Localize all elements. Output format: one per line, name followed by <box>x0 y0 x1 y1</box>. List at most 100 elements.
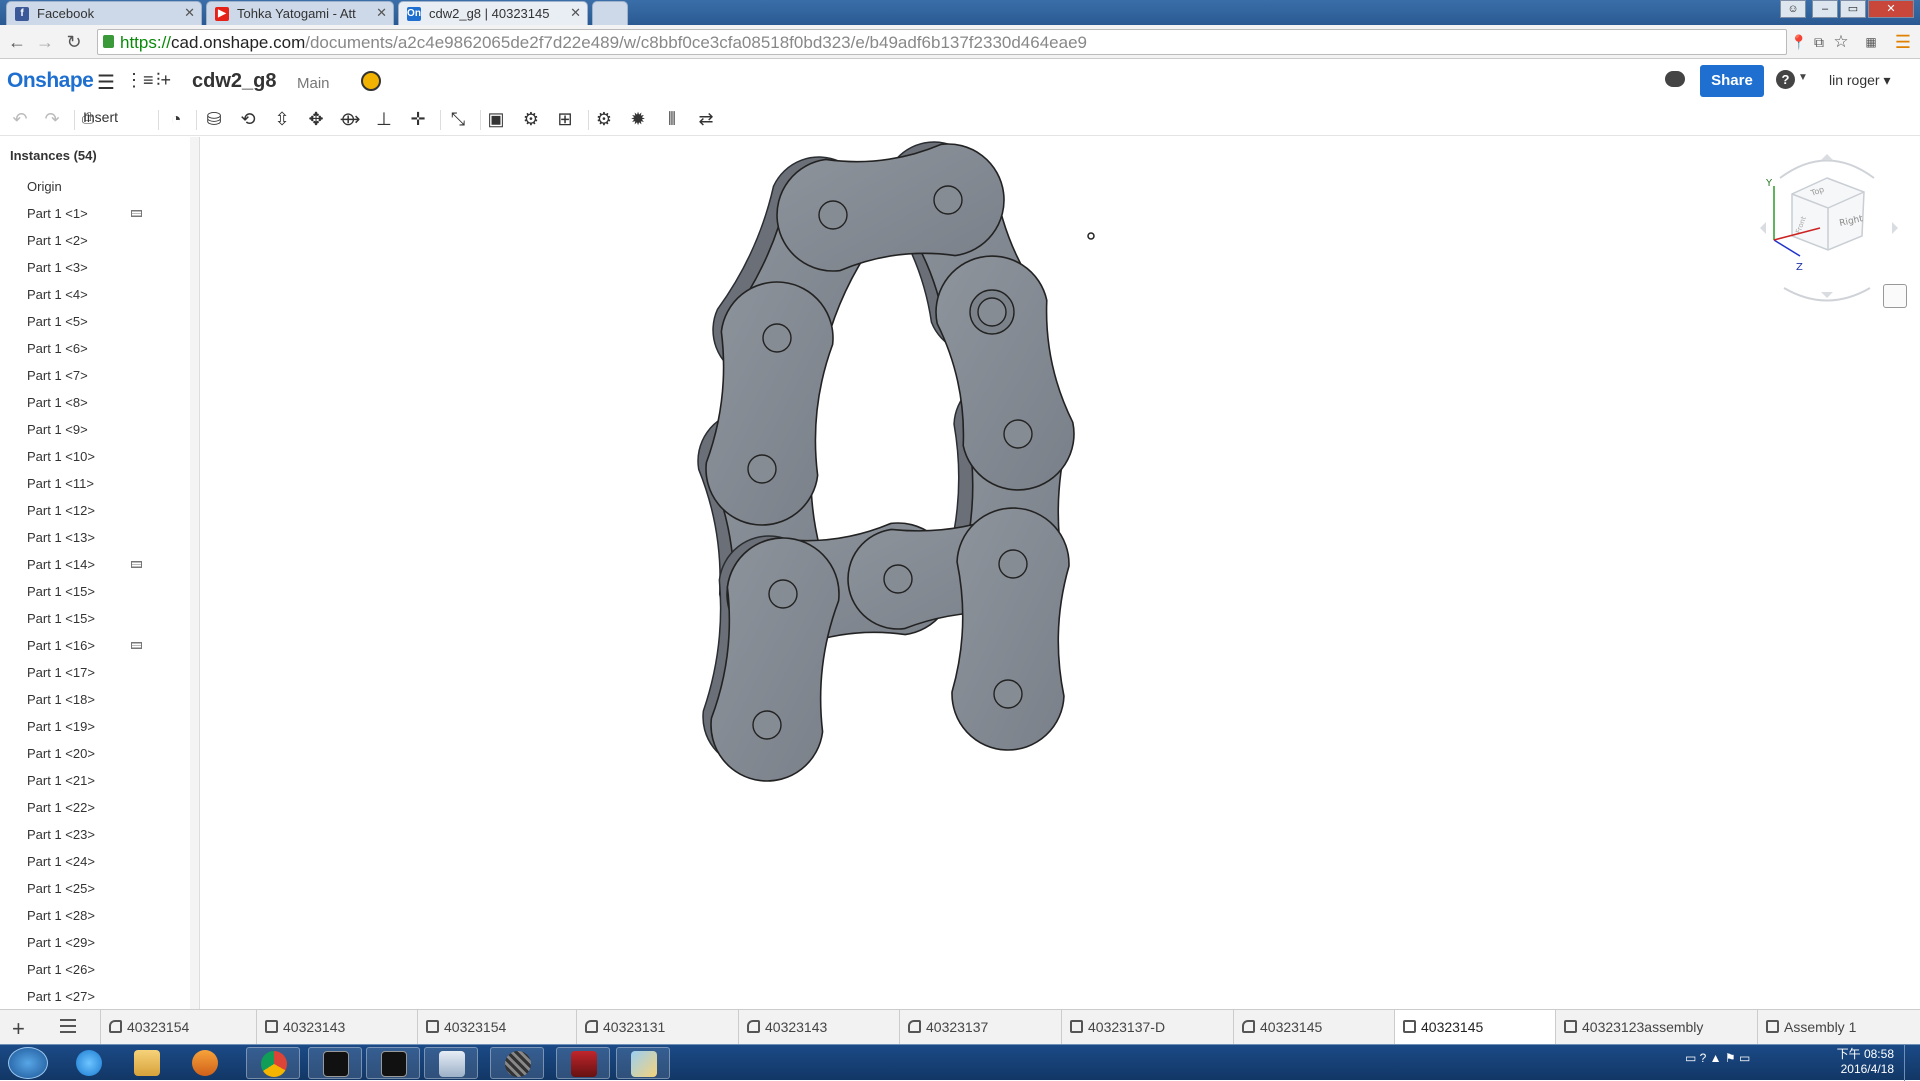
instance-item[interactable]: Part 1 <18> <box>0 686 190 713</box>
instance-list-icon[interactable]: ⫶+ <box>156 70 171 91</box>
view-cube-menu-icon[interactable] <box>1883 284 1907 308</box>
outer-link-plate[interactable] <box>705 281 834 526</box>
document-tab[interactable]: 40323137 <box>899 1010 1061 1045</box>
instance-item[interactable]: Part 1 <12> <box>0 497 190 524</box>
media-player-icon[interactable] <box>178 1047 232 1079</box>
clock[interactable]: 下午 08:58 2016/4/18 <box>1832 1047 1894 1077</box>
group-icon[interactable]: ▣ <box>484 108 508 130</box>
replicate-icon[interactable]: ⚙ <box>519 108 543 130</box>
document-tab[interactable]: 40323123assembly <box>1555 1010 1757 1045</box>
help-icon[interactable]: ? <box>1776 70 1795 89</box>
maximize-icon[interactable]: ▭ <box>1840 0 1866 18</box>
comment-icon[interactable] <box>1665 71 1685 87</box>
instance-item[interactable]: Part 1 <19> <box>0 713 190 740</box>
document-tab[interactable]: 40323154 <box>100 1010 256 1045</box>
branch-label[interactable]: Main <box>297 75 330 92</box>
chrome-icon[interactable] <box>246 1047 300 1079</box>
user-menu[interactable]: lin roger ▾ <box>1829 72 1891 89</box>
document-tab[interactable]: 40323154 <box>417 1010 576 1045</box>
pin-slot-mate-icon[interactable]: ⊥ <box>372 108 396 130</box>
document-tab[interactable]: 40323143 <box>738 1010 899 1045</box>
explode-icon[interactable]: ⇄ <box>694 108 718 130</box>
share-button[interactable]: Share <box>1700 65 1764 97</box>
instance-item[interactable]: Part 1 <3> <box>0 254 190 281</box>
outer-link-plate[interactable] <box>710 537 840 782</box>
document-tab[interactable]: 40323143 <box>256 1010 417 1045</box>
instance-item[interactable]: Part 1 <1> <box>0 200 190 227</box>
instance-item[interactable]: Part 1 <21> <box>0 767 190 794</box>
ie-icon[interactable] <box>62 1047 116 1079</box>
translate-icon[interactable]: ⧉ <box>1808 31 1830 53</box>
show-desktop-button[interactable] <box>1904 1045 1920 1081</box>
instance-item[interactable]: Part 1 <25> <box>0 875 190 902</box>
revolute-mate-icon[interactable]: ⟲ <box>236 108 260 130</box>
onshape-logo[interactable]: Onshape <box>7 69 94 93</box>
instance-item[interactable]: Part 1 <4> <box>0 281 190 308</box>
document-tab[interactable]: 40323131 <box>576 1010 738 1045</box>
mate-feature-icon[interactable] <box>131 561 142 568</box>
notepad-icon[interactable] <box>424 1047 478 1079</box>
ball-mate-icon[interactable]: ✛ <box>406 108 430 130</box>
undo-icon[interactable]: ↶ <box>8 108 32 130</box>
menu-icon[interactable]: ☰ <box>1892 31 1914 53</box>
window-close-icon[interactable]: ✕ <box>1868 0 1914 18</box>
explorer-icon[interactable] <box>120 1047 174 1079</box>
back-icon[interactable]: ← <box>6 31 28 53</box>
document-tab[interactable]: Assembly 1 <box>1757 1010 1920 1045</box>
outer-link-plate[interactable] <box>951 507 1070 751</box>
instance-item[interactable]: Part 1 <13> <box>0 524 190 551</box>
game-icon[interactable] <box>556 1047 610 1079</box>
mate-feature-icon[interactable] <box>131 642 142 649</box>
instance-item[interactable]: Part 1 <28> <box>0 902 190 929</box>
outer-link-plate[interactable] <box>935 255 1075 491</box>
instance-item[interactable]: Part 1 <10> <box>0 443 190 470</box>
instance-item[interactable]: Part 1 <7> <box>0 362 190 389</box>
cylindrical-mate-icon[interactable]: ⟴ <box>338 108 362 130</box>
hamburger-menu-icon[interactable]: ☰ <box>97 70 115 95</box>
system-tray[interactable]: ▭ ? ▲ ⚑ ▭ <box>1685 1051 1750 1065</box>
instance-item[interactable]: Part 1 <29> <box>0 929 190 956</box>
document-tab[interactable]: 40323145 <box>1394 1010 1555 1045</box>
browser-tab-youtube[interactable]: ▶ Tohka Yatogami - Att ✕ <box>206 1 394 25</box>
url-field[interactable]: https://cad.onshape.com/documents/a2c4e9… <box>97 29 1787 55</box>
insert-button[interactable]: Insert <box>83 109 118 125</box>
close-icon[interactable]: ✕ <box>376 5 387 21</box>
location-icon[interactable]: 📍 <box>1788 31 1810 53</box>
reload-icon[interactable]: ↻ <box>63 31 85 53</box>
globe-icon[interactable] <box>361 71 381 91</box>
star-icon[interactable]: ☆ <box>1830 31 1852 53</box>
mate-feature-icon[interactable] <box>131 210 142 217</box>
minimize-icon[interactable]: – <box>1812 0 1838 18</box>
add-tab-icon[interactable]: + <box>12 1016 25 1042</box>
instance-item[interactable]: Part 1 <2> <box>0 227 190 254</box>
instance-item[interactable]: Part 1 <27> <box>0 983 190 1010</box>
outer-link-plate[interactable] <box>776 143 1005 272</box>
browser-tab-facebook[interactable]: f Facebook ✕ <box>6 1 202 25</box>
instance-item[interactable]: Part 1 <8> <box>0 389 190 416</box>
cmd-icon[interactable] <box>366 1047 420 1079</box>
instance-item[interactable]: Origin <box>0 173 190 200</box>
instance-item[interactable]: Part 1 <22> <box>0 794 190 821</box>
chevron-down-icon[interactable]: ▼ <box>1798 72 1808 83</box>
instance-item[interactable]: Part 1 <16> <box>0 632 190 659</box>
paint-icon[interactable] <box>616 1047 670 1079</box>
instance-item[interactable]: Part 1 <20> <box>0 740 190 767</box>
slider-mate-icon[interactable]: ⇳ <box>270 108 294 130</box>
instance-item[interactable]: Part 1 <15> <box>0 605 190 632</box>
document-tab[interactable]: 40323137-D <box>1061 1010 1233 1045</box>
browser-tab-onshape[interactable]: On cdw2_g8 | 40323145 ✕ <box>398 1 588 25</box>
panel-scrollbar[interactable] <box>190 137 200 1009</box>
close-icon[interactable]: ✕ <box>184 5 195 21</box>
feature-list-icon[interactable]: ⋮≡ <box>125 70 154 91</box>
instance-item[interactable]: Part 1 <9> <box>0 416 190 443</box>
instance-item[interactable]: Part 1 <6> <box>0 335 190 362</box>
linear-pattern-icon[interactable]: ⊞ <box>553 108 577 130</box>
instance-item[interactable]: Part 1 <23> <box>0 821 190 848</box>
instance-item[interactable]: Part 1 <11> <box>0 470 190 497</box>
planar-mate-icon[interactable]: ✥ <box>304 108 328 130</box>
document-tab[interactable]: 40323145 <box>1233 1010 1394 1045</box>
new-tab-button[interactable] <box>592 1 628 25</box>
screw-relation-icon[interactable]: ⦀ <box>660 108 684 130</box>
fastened-mate-icon[interactable]: ⛁ <box>202 108 226 130</box>
tangent-mate-icon[interactable]: ⤡ <box>446 108 470 130</box>
